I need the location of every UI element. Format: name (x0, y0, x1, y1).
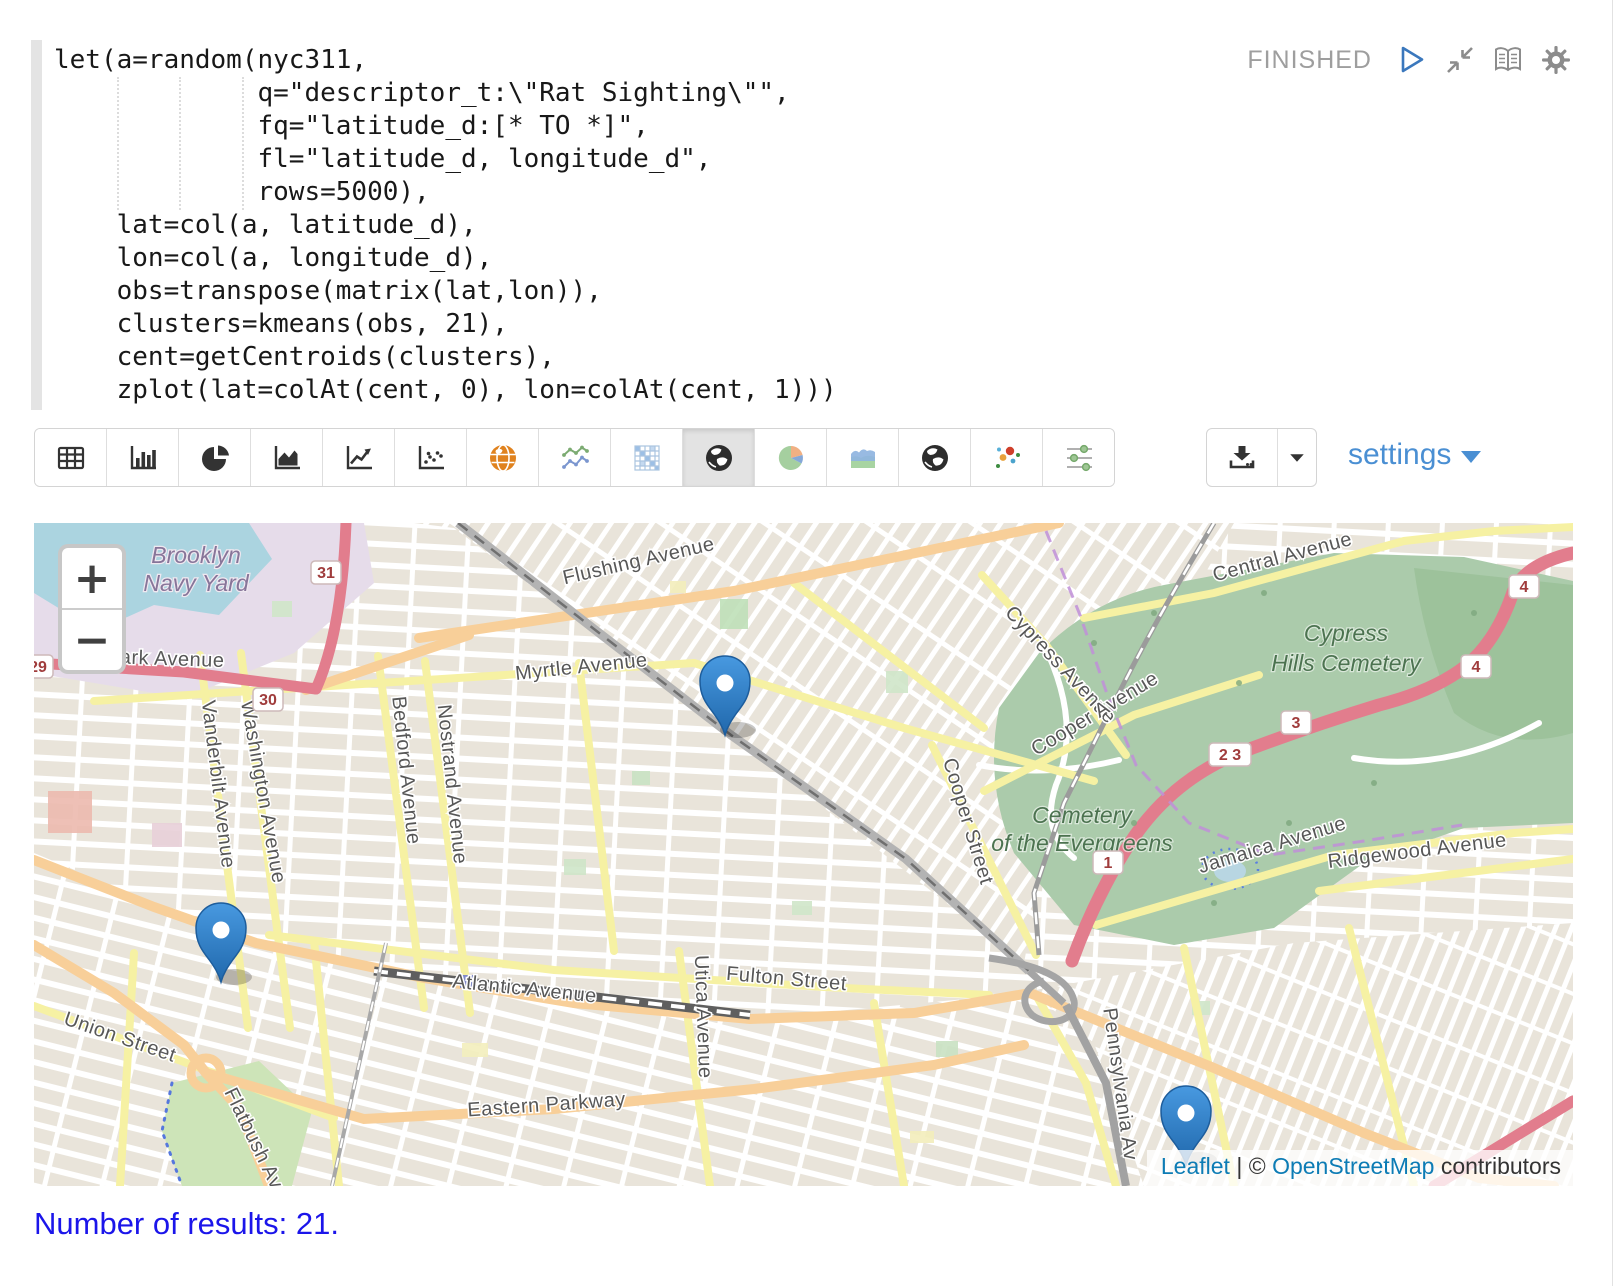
copyright-symbol: © (1249, 1153, 1272, 1179)
download-group (1206, 428, 1317, 487)
code-editor[interactable]: let(a=random(nyc311, q="descriptor_t:\"R… (54, 44, 837, 407)
zoom-control: + − (58, 544, 126, 674)
area-chart-icon[interactable] (251, 429, 323, 486)
run-play-icon[interactable] (1396, 44, 1428, 76)
chevron-down-icon (1461, 451, 1481, 463)
svg-text:1: 1 (1104, 855, 1113, 872)
svg-text:4: 4 (1520, 579, 1529, 596)
results-text: Number of results: 21. (34, 1206, 339, 1242)
status-badge: FINISHED (1247, 46, 1372, 75)
pie-chart-icon[interactable] (179, 429, 251, 486)
contributors-text: contributors (1434, 1153, 1561, 1179)
globe-dark-2-icon[interactable] (899, 429, 971, 486)
area-chart-colored-icon[interactable] (827, 429, 899, 486)
svg-text:30: 30 (259, 692, 277, 709)
leaflet-map[interactable]: Flushing AvenueMyrtle AvenuePark AvenueV… (34, 523, 1573, 1186)
svg-text:3: 3 (1292, 715, 1301, 732)
svg-text:of the Evergreens: of the Evergreens (991, 830, 1173, 856)
svg-text:Cemetery: Cemetery (1032, 802, 1133, 828)
settings-link[interactable]: settings (1348, 438, 1481, 472)
scatter-chart-icon[interactable] (395, 429, 467, 486)
svg-text:Hills Cemetery: Hills Cemetery (1271, 650, 1422, 676)
svg-text:Brooklyn: Brooklyn (151, 542, 240, 568)
pie-chart-colored-icon[interactable] (755, 429, 827, 486)
settings-label: settings (1348, 438, 1451, 472)
gear-icon[interactable] (1540, 44, 1572, 76)
editor-gutter (31, 40, 42, 410)
svg-text:2 3: 2 3 (1219, 747, 1241, 764)
bar-chart-icon[interactable] (107, 429, 179, 486)
zeppelin-paragraph: let(a=random(nyc311, q="descriptor_t:\"R… (0, 0, 1618, 1286)
shrink-icon[interactable] (1444, 44, 1476, 76)
scatter-colored-icon[interactable] (971, 429, 1043, 486)
globe-orange-icon[interactable] (467, 429, 539, 486)
zoom-out-button[interactable]: − (62, 610, 122, 670)
globe-dark-icon[interactable] (683, 429, 755, 486)
svg-text:Navy Yard: Navy Yard (143, 570, 249, 596)
map-canvas: Flushing AvenueMyrtle AvenuePark AvenueV… (34, 523, 1573, 1186)
svg-text:Utica Avenue: Utica Avenue (690, 955, 716, 1079)
openstreetmap-link[interactable]: OpenStreetMap (1272, 1153, 1434, 1179)
paragraph-right-border (1612, 0, 1613, 1286)
svg-text:Cypress: Cypress (1304, 620, 1389, 646)
leaflet-link[interactable]: Leaflet (1161, 1153, 1230, 1179)
svg-text:4: 4 (1472, 659, 1481, 676)
book-icon[interactable] (1492, 44, 1524, 76)
download-button[interactable] (1207, 429, 1278, 486)
sliders-icon[interactable] (1043, 429, 1114, 486)
line-chart-colored-icon[interactable] (539, 429, 611, 486)
svg-text:29: 29 (34, 659, 47, 676)
paragraph-controls: FINISHED (1247, 44, 1572, 76)
line-chart-icon[interactable] (323, 429, 395, 486)
attribution-separator: | (1230, 1153, 1249, 1179)
table-icon[interactable] (35, 429, 107, 486)
heatmap-icon[interactable] (611, 429, 683, 486)
svg-text:31: 31 (317, 565, 335, 582)
zoom-in-button[interactable]: + (62, 548, 122, 610)
download-caret-button[interactable] (1278, 429, 1316, 486)
map-attribution: Leaflet | © OpenStreetMap contributors (1147, 1150, 1573, 1186)
visualization-toolbar (34, 428, 1115, 487)
